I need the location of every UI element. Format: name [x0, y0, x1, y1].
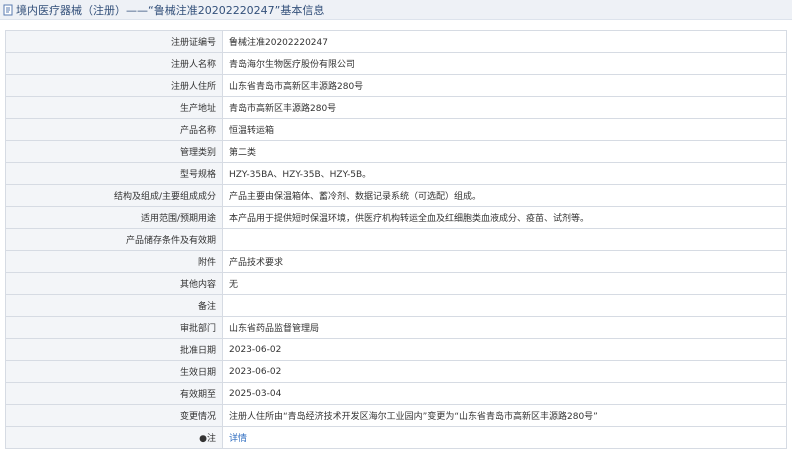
table-row: 变更情况 注册人住所由“青岛经济技术开发区海尔工业园内”变更为“山东省青岛市高新…: [5, 404, 787, 427]
field-label: 注册人名称: [5, 52, 223, 75]
page-title: 境内医疗器械（注册）——“鲁械注准20202220247”基本信息: [16, 3, 325, 17]
page-title-bar: 境内医疗器械（注册）——“鲁械注准20202220247”基本信息: [0, 0, 792, 20]
field-value: 山东省青岛市高新区丰源路280号: [222, 74, 787, 97]
table-row: 产品储存条件及有效期: [5, 228, 787, 251]
table-row: 有效期至 2025-03-04: [5, 382, 787, 405]
field-value: 产品主要由保温箱体、蓄冷剂、数据记录系统（可选配）组成。: [222, 184, 787, 207]
field-value: 山东省药品监督管理局: [222, 316, 787, 339]
details-link[interactable]: 详情: [229, 434, 247, 444]
field-value: HZY-35BA、HZY-35B、HZY-5B。: [222, 162, 787, 185]
table-row: 附件 产品技术要求: [5, 250, 787, 273]
field-value: [222, 228, 787, 251]
table-row: 备注: [5, 294, 787, 317]
field-value: 2023-06-02: [222, 360, 787, 383]
table-row: 注册证编号 鲁械注准20202220247: [5, 30, 787, 53]
field-label: 附件: [5, 250, 223, 273]
field-value: 青岛市高新区丰源路280号: [222, 96, 787, 119]
table-row: 其他内容 无: [5, 272, 787, 295]
field-value: 无: [222, 272, 787, 295]
table-row: 审批部门 山东省药品监督管理局: [5, 316, 787, 339]
field-label: 型号规格: [5, 162, 223, 185]
field-value: 产品技术要求: [222, 250, 787, 273]
field-label: 审批部门: [5, 316, 223, 339]
field-label: 生产地址: [5, 96, 223, 119]
field-label: 注册人住所: [5, 74, 223, 97]
field-value: 2025-03-04: [222, 382, 787, 405]
document-icon: [2, 4, 14, 16]
registration-info-table: 注册证编号 鲁械注准20202220247 注册人名称 青岛海尔生物医疗股份有限…: [5, 30, 787, 449]
field-label: 注册证编号: [5, 30, 223, 53]
field-label: 产品名称: [5, 118, 223, 141]
table-row: 产品名称 恒温转运箱: [5, 118, 787, 141]
table-row: 生效日期 2023-06-02: [5, 360, 787, 383]
table-row: 适用范围/预期用途 本产品用于提供短时保温环境，供医疗机构转运全血及红细胞类血液…: [5, 206, 787, 229]
field-value: 鲁械注准20202220247: [222, 30, 787, 53]
table-row: 批准日期 2023-06-02: [5, 338, 787, 361]
note-label: ●注: [5, 426, 223, 449]
field-label: 管理类别: [5, 140, 223, 163]
table-row: 管理类别 第二类: [5, 140, 787, 163]
field-value: 2023-06-02: [222, 338, 787, 361]
field-value: 本产品用于提供短时保温环境，供医疗机构转运全血及红细胞类血液成分、疫苗、试剂等。: [222, 206, 787, 229]
field-value: 恒温转运箱: [222, 118, 787, 141]
note-value: 详情: [222, 426, 787, 449]
field-value: 第二类: [222, 140, 787, 163]
field-label: 产品储存条件及有效期: [5, 228, 223, 251]
field-label: 生效日期: [5, 360, 223, 383]
field-label: 批准日期: [5, 338, 223, 361]
table-row: 型号规格 HZY-35BA、HZY-35B、HZY-5B。: [5, 162, 787, 185]
field-label: 备注: [5, 294, 223, 317]
table-row: 注册人名称 青岛海尔生物医疗股份有限公司: [5, 52, 787, 75]
table-row: 注册人住所 山东省青岛市高新区丰源路280号: [5, 74, 787, 97]
field-label: 结构及组成/主要组成成分: [5, 184, 223, 207]
table-row: ●注 详情: [5, 426, 787, 449]
field-value: 青岛海尔生物医疗股份有限公司: [222, 52, 787, 75]
table-row: 生产地址 青岛市高新区丰源路280号: [5, 96, 787, 119]
field-value: [222, 294, 787, 317]
field-label: 适用范围/预期用途: [5, 206, 223, 229]
field-label: 变更情况: [5, 404, 223, 427]
table-row: 结构及组成/主要组成成分 产品主要由保温箱体、蓄冷剂、数据记录系统（可选配）组成…: [5, 184, 787, 207]
field-value: 注册人住所由“青岛经济技术开发区海尔工业园内”变更为“山东省青岛市高新区丰源路2…: [222, 404, 787, 427]
field-label: 其他内容: [5, 272, 223, 295]
field-label: 有效期至: [5, 382, 223, 405]
